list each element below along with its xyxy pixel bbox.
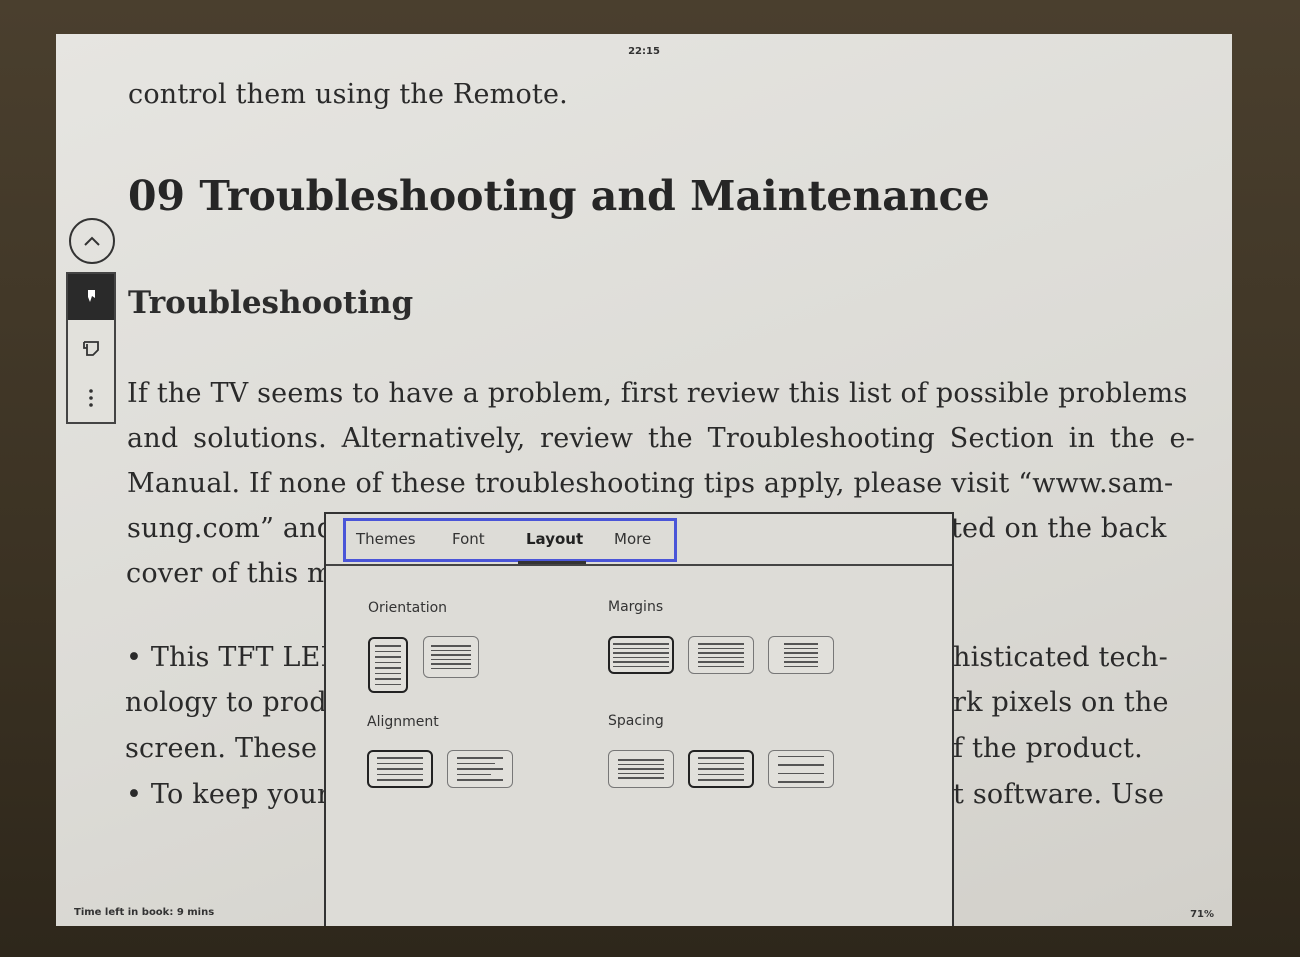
text-line: cover of this m — [126, 558, 333, 589]
margins-narrow-icon — [613, 643, 669, 667]
spacing-large-icon — [778, 755, 824, 783]
spacing-large-option[interactable] — [768, 750, 834, 788]
reader-toolbar — [66, 272, 116, 424]
tab-font[interactable]: Font — [452, 530, 485, 548]
portrait-icon — [375, 645, 401, 685]
text-line: histicated tech- — [953, 642, 1168, 673]
more-vertical-icon — [89, 389, 93, 407]
spacing-medium-icon — [698, 757, 744, 781]
section-title: Troubleshooting — [128, 285, 414, 321]
status-clock: 22:15 — [628, 46, 660, 57]
spacing-small-icon — [618, 759, 664, 779]
text-line: nology to prod — [125, 687, 327, 718]
chapter-title: 09 Troubleshooting and Maintenance — [128, 172, 990, 220]
text-line: Manual. If none of these troubleshooting… — [127, 468, 1174, 499]
text-line: t software. Use — [953, 779, 1165, 810]
spacing-small-option[interactable] — [608, 750, 674, 788]
bookmark-icon — [88, 290, 95, 302]
text-line: sung.com” and — [127, 513, 335, 544]
margins-wide-icon — [784, 643, 818, 667]
landscape-icon — [431, 645, 471, 669]
chevron-up-icon — [84, 236, 100, 246]
spacing-label: Spacing — [608, 713, 664, 729]
text-line: rk pixels on the — [953, 687, 1169, 718]
margins-narrow-option[interactable] — [608, 636, 674, 674]
tab-layout[interactable]: Layout — [526, 530, 583, 548]
more-options-button[interactable] — [68, 376, 114, 420]
text-line: f the product. — [953, 733, 1143, 764]
alignment-justified-option[interactable] — [367, 750, 433, 788]
text-line: screen. These p — [125, 733, 344, 764]
spacing-medium-option[interactable] — [688, 750, 754, 788]
alignment-label: Alignment — [367, 714, 439, 730]
text-line: ted on the back — [951, 513, 1167, 544]
active-tab-indicator — [518, 561, 586, 564]
tab-more[interactable]: More — [614, 530, 651, 548]
margins-wide-option[interactable] — [768, 636, 834, 674]
orientation-portrait-option[interactable] — [368, 637, 408, 693]
align-justify-icon — [377, 757, 423, 781]
alignment-left-option[interactable] — [447, 750, 513, 788]
margins-label: Margins — [608, 599, 664, 615]
orientation-label: Orientation — [368, 600, 448, 616]
scroll-up-button[interactable] — [69, 218, 115, 264]
reading-progress: 71% — [1190, 909, 1214, 920]
orientation-landscape-option[interactable] — [423, 636, 479, 678]
notes-button[interactable] — [68, 326, 114, 370]
settings-tab-bar: Themes Font Layout More — [326, 514, 952, 566]
bookmark-button[interactable] — [68, 274, 114, 320]
reader-screen[interactable]: 22:15 control them using the Remote. 09 … — [56, 34, 1232, 926]
text-line: If the TV seems to have a problem, first… — [127, 378, 1188, 409]
margins-medium-option[interactable] — [688, 636, 754, 674]
text-line: control them using the Remote. — [128, 79, 568, 110]
text-line: • This TFT LED — [126, 642, 343, 673]
margins-medium-icon — [698, 643, 744, 667]
text-line: • To keep your — [126, 779, 331, 810]
time-left-in-book: Time left in book: 9 mins — [74, 907, 215, 918]
tab-themes[interactable]: Themes — [356, 530, 416, 548]
display-settings-panel: Themes Font Layout More Orientation Marg… — [324, 512, 954, 926]
align-left-icon — [457, 757, 503, 781]
text-line: and solutions. Alternatively, review the… — [127, 423, 1195, 454]
notes-icon — [83, 341, 99, 356]
